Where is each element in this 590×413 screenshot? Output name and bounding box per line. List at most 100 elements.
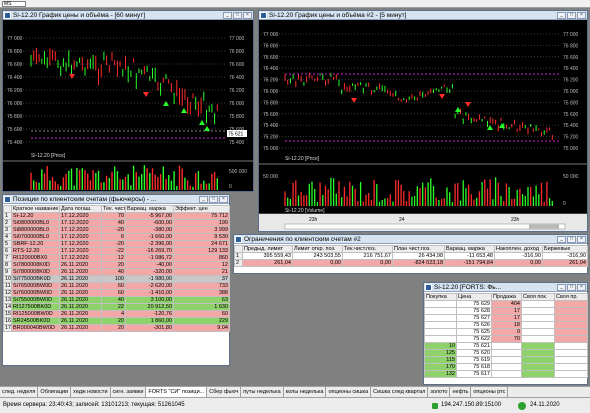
chart2-titlebar[interactable]: Si-12.20 График цены и объёма #2 - [5 ми… [259,11,587,20]
price-tick-left: 77 000 [7,36,23,42]
column-header[interactable]: Покупка [424,293,457,301]
positions-window[interactable]: Позиции по клиентским счетам (фьючерсы) … [2,194,230,366]
table-cell-net: 100 [101,275,126,283]
close-button[interactable]: × [243,12,252,19]
table-row[interactable]: 1 395 559,43 243 503,55 216 751,67 26 434,98… [234,252,588,260]
minimize-button[interactable]: _ [557,284,566,291]
table-row[interactable]: 17 BR000040BW0D 26.11.2020 20 -301,80 9.04 [3,324,230,332]
workspace-tab[interactable]: путы неделька [241,387,284,397]
table-row[interactable]: 10 Si775000BK0D 26.11.2020 100 -1 980,00 37 [3,275,230,283]
bid-row[interactable]: 170 75 618 [424,363,588,371]
bid-row[interactable]: 115 75 619 [424,356,588,364]
close-button[interactable]: × [577,12,586,19]
workspace-tab[interactable]: хедж новости [71,387,111,397]
table-row[interactable]: 11 Si765000BW0D 26.11.2020 60 -2 620,00 733 [3,282,230,290]
ask-row[interactable]: 75 622 70 [424,335,588,343]
instrument-combo[interactable]: MS [2,1,26,7]
table-row[interactable]: 2 Si0800000BL0 17.12.2020 40 -600,00 190 [3,219,230,227]
chart1-canvas[interactable]: 77 000 77 000 76 800 76 800 76 600 76 600 76 4… [3,20,253,191]
column-header[interactable]: Эффект. цен [173,205,230,213]
table-row[interactable]: 5 SBRF-12.20 17.12.2020 -20 -2 396,00 24 671 [3,240,230,248]
ask-row[interactable]: 75 626 18 [424,321,588,329]
table-row[interactable]: 9 Si7800008K0D 26.11.2020 40 -320,00 21 [3,268,230,276]
maximize-button[interactable]: □ [567,236,576,243]
chart1-titlebar[interactable]: Si-12.20 График цены и объёма - [60 мину… [3,11,253,20]
workspace-tab[interactable]: опционы ртс [471,387,509,397]
minimize-button[interactable]: _ [557,12,566,19]
workspace-tab[interactable]: нефть [450,387,472,397]
table-row[interactable]: 8 Si7800008K0D 26.11.2020 20 -40,00 12 [3,261,230,269]
bid-row[interactable]: 10 75 621 [424,342,588,350]
workspace-tab[interactable]: сигн. заявки [111,387,147,397]
column-header[interactable]: Предыд. лимит [242,245,293,253]
maximize-button[interactable]: □ [233,12,242,19]
table-cell-name: Si7800008K0D [11,268,60,276]
orderbook-titlebar[interactable]: Si-12.20 [FORTS: Фь... _ □ × [424,283,587,292]
maximize-button[interactable]: □ [567,284,576,291]
table-row[interactable]: 6 RTS-12.20 17.12.2020 -22 -16 269,70 129 133 [3,247,230,255]
positions-titlebar[interactable]: Позиции по клиентским счетам (фьючерсы) … [3,195,229,204]
close-button[interactable]: × [577,284,586,291]
column-header[interactable]: Цена [456,293,492,301]
minimize-button[interactable]: _ [557,236,566,243]
column-header[interactable]: План чист.поз. [392,245,445,253]
table-cell-date: 17.12.2020 [59,233,102,241]
column-header[interactable]: Вариац. маржа [125,205,174,213]
table-cell: 395 559,43 [242,252,293,260]
column-header[interactable]: Дата погаш. [59,205,102,213]
table-row[interactable]: 4 Si0700000BL0 17.12.2020 6 -1 660,00 9 530 [3,233,230,241]
chart-window-60min[interactable]: Si-12.20 График цены и объёма - [60 мину… [2,10,254,192]
table-cell-name: RI120000BX0 [11,254,60,262]
minimize-button[interactable]: _ [223,12,232,19]
column-header[interactable]: Тек. чист. [101,205,126,213]
workspace-tab[interactable]: след. неделя [0,387,39,397]
orderbook-window[interactable]: Si-12.20 [FORTS: Фь... _ □ × Покупка Цена… [423,282,588,385]
table-row[interactable]: 12 Si760000BW0D 26.11.2020 60 -1 410,00 388 [3,289,230,297]
bid-row[interactable]: 125 75 620 [424,349,588,357]
minimize-button[interactable]: _ [199,196,208,203]
workspace-tab[interactable]: Сишка след квартал [371,387,429,397]
table-cell-net: 22 [101,303,126,311]
table-row[interactable]: 14 RI127500BK0D 26.11.2020 22 20 912,50 1 630 [3,303,230,311]
table-row[interactable]: 2 261,04 0,00 0,00 -824 023,18 -151 794,84 0,0… [234,259,588,267]
chart-window-5min[interactable]: Si-12.20 График цены и объёма #2 - [5 ми… [258,10,588,232]
close-button[interactable]: × [577,236,586,243]
chart2-canvas[interactable]: 77 000 77 000 76 800 76 800 76 600 76 600 76 4… [259,20,587,231]
ask-row[interactable]: 75 628 17 [424,307,588,315]
column-header[interactable]: Биржевые [542,245,588,253]
ask-row[interactable]: 75 629 404 [424,300,588,308]
column-header[interactable]: Продажа [491,293,522,301]
close-button[interactable]: × [219,196,228,203]
limits-window[interactable]: Ограничения по клиентским счетам #2 _ □ … [233,234,588,274]
column-header[interactable]: Своя пок. [521,293,555,301]
workspace-tab[interactable]: FORTS "СИ" позици... [146,387,208,397]
row-number-header [3,205,12,213]
workspace-tab[interactable]: Облигации [38,387,72,397]
ask-row[interactable]: 75 627 17 [424,314,588,322]
bid-row[interactable]: 132 75 617 [424,370,588,378]
table-cell-net: 12 [101,254,126,262]
workspace-tab[interactable]: золото [428,387,451,397]
workspace-tab[interactable]: опционы сишка [326,387,372,397]
maximize-button[interactable]: □ [567,12,576,19]
column-header[interactable]: Тек.чист.поз. [342,245,393,253]
workspace-tab[interactable]: колы неделька [284,387,327,397]
table-row[interactable]: 1 Si-12.20 17.12.2020 70 -5 967,00 75 712 [3,212,230,220]
table-row[interactable]: 16 SR24500BK0D 26.11.2020 20 1 860,00 229 [3,317,230,325]
maximize-button[interactable]: □ [209,196,218,203]
column-header[interactable]: Своя пр. [554,293,588,301]
orderbook-own-sell-cell [554,363,588,371]
column-header[interactable]: Вариац. маржа [444,245,495,253]
column-header[interactable]: Краткое название [11,205,60,213]
table-row[interactable]: 7 RI120000BX0 17.12.2020 12 -1 086,72 860 [3,254,230,262]
table-row[interactable]: 3 Si8800000BL0 17.12.2020 -20 -380,00 3 999 [3,226,230,234]
workspace-tab[interactable]: Сбер фьюч [207,387,242,397]
table-row[interactable]: 15 RI125000BW0D 26.11.2020 4 -120,76 60 [3,310,230,318]
table-cell: -824 023,18 [392,259,445,267]
ask-row[interactable]: 75 625 0 [424,328,588,336]
table-row[interactable]: 13 Si755000BW0D 26.11.2020 40 3 100,00 63 [3,296,230,304]
column-header[interactable]: Лимит откр. поз. [292,245,343,253]
column-header[interactable]: Накоплен. доход [494,245,543,253]
orderbook-price-cell: 75 625 [456,328,492,336]
limits-titlebar[interactable]: Ограничения по клиентским счетам #2 _ □ … [234,235,587,244]
